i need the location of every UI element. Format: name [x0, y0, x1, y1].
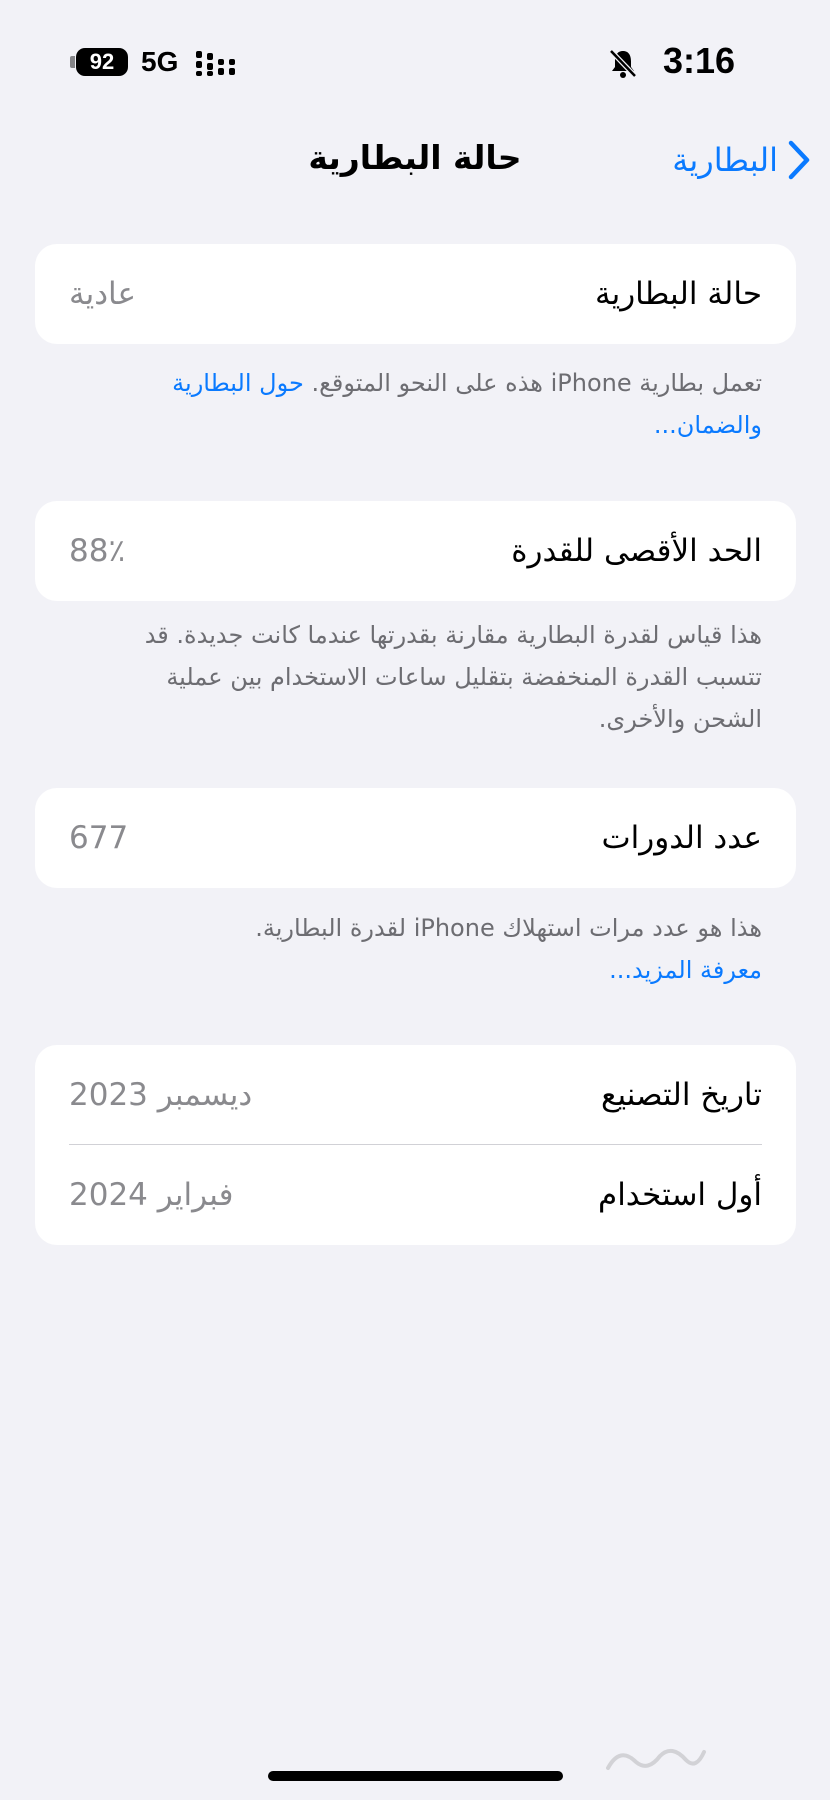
first-use-row: أول استخدام فبراير 2024 [35, 1145, 796, 1245]
chevron-right-icon [788, 140, 810, 180]
cycle-count-row: عدد الدورات 677 [35, 788, 796, 888]
cycle-count-note-text: هذا هو عدد مرات استهلاك iPhone لقدرة الب… [255, 914, 762, 942]
dates-card: تاريخ التصنيع ديسمبر 2023 أول استخدام فب… [35, 1045, 796, 1245]
status-time: 3:16 [662, 40, 735, 81]
battery-indicator: 92 [76, 48, 128, 76]
manufacture-date-row: تاريخ التصنيع ديسمبر 2023 [35, 1045, 796, 1145]
signal-bars-icon [196, 51, 235, 76]
home-indicator[interactable] [268, 1771, 563, 1781]
maximum-capacity-row: الحد الأقصى للقدرة 88٪ [35, 501, 796, 601]
status-bar: 92 5G 3:16 [0, 0, 830, 120]
watermark-logo [606, 1748, 706, 1770]
back-button-label: البطارية [672, 141, 778, 179]
first-use-value: فبراير 2024 [69, 1177, 234, 1213]
bell-slash-icon [609, 49, 637, 78]
battery-health-label: حالة البطارية [594, 276, 762, 312]
manufacture-date-label: تاريخ التصنيع [600, 1077, 762, 1113]
network-type: 5G [141, 46, 179, 77]
battery-health-note-text: تعمل بطارية iPhone هذه على النحو المتوقع… [311, 369, 762, 397]
maximum-capacity-note: هذا قياس لقدرة البطارية مقارنة بقدرتها ع… [144, 621, 762, 733]
battery-health-row: حالة البطارية عادية [35, 244, 796, 344]
navigation-bar: حالة البطارية البطارية [0, 120, 830, 200]
maximum-capacity-label: الحد الأقصى للقدرة [511, 533, 762, 569]
battery-health-note: تعمل بطارية iPhone هذه على النحو المتوقع… [90, 362, 762, 446]
back-button[interactable]: البطارية [672, 132, 812, 188]
manufacture-date-value: ديسمبر 2023 [69, 1077, 253, 1113]
battery-nub [70, 56, 75, 68]
cycle-count-value: 677 [69, 820, 129, 856]
battery-health-value: عادية [69, 276, 136, 312]
maximum-capacity-card: الحد الأقصى للقدرة 88٪ [35, 501, 796, 601]
maximum-capacity-value: 88٪ [69, 533, 126, 569]
learn-more-link[interactable]: معرفة المزيد... [90, 949, 762, 991]
first-use-label: أول استخدام [598, 1177, 762, 1213]
cycle-count-card: عدد الدورات 677 [35, 788, 796, 888]
battery-health-card: حالة البطارية عادية [35, 244, 796, 344]
cycle-count-label: عدد الدورات [601, 820, 763, 856]
cycle-count-note: هذا هو عدد مرات استهلاك iPhone لقدرة الب… [90, 907, 762, 991]
